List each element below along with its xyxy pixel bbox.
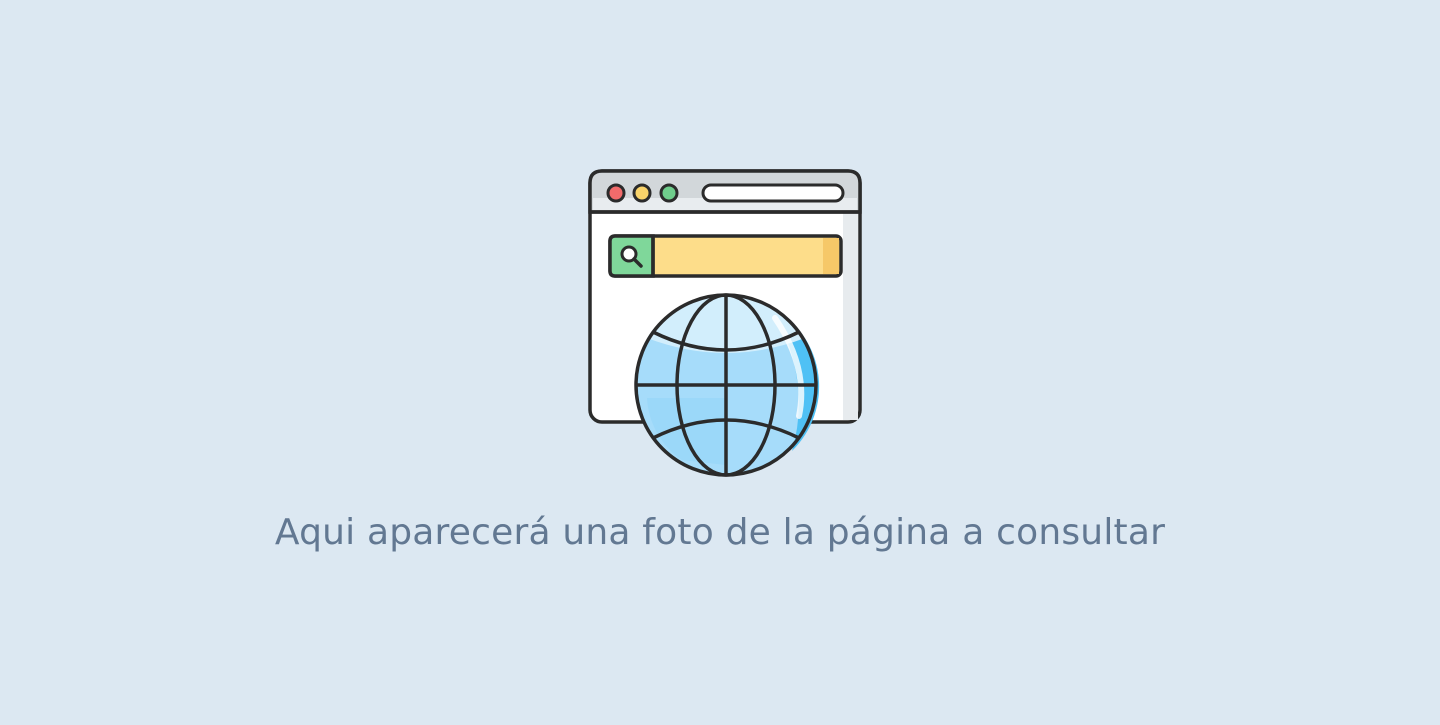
minimize-dot bbox=[632, 183, 652, 203]
placeholder-message: Aqui aparecerá una foto de la página a c… bbox=[274, 512, 1166, 553]
address-bar bbox=[701, 183, 845, 203]
maximize-dot bbox=[659, 183, 679, 203]
globe-icon bbox=[634, 293, 820, 477]
close-dot bbox=[606, 183, 626, 203]
search-field bbox=[608, 234, 843, 278]
placeholder-screen: Aqui aparecerá una foto de la página a c… bbox=[0, 0, 1440, 725]
browser-window-icon bbox=[588, 169, 862, 477]
